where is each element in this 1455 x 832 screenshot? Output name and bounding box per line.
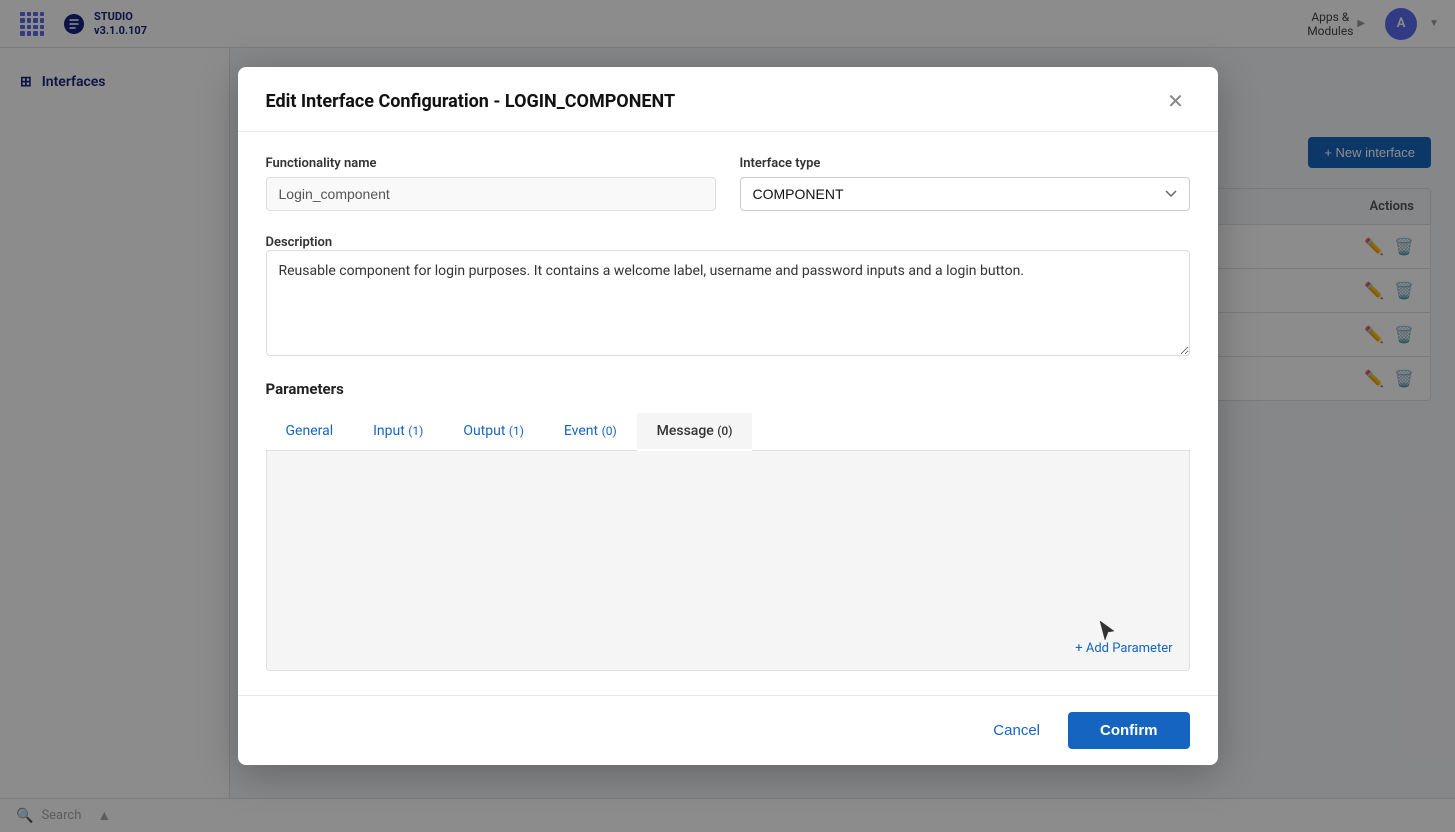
interface-type-group: Interface type COMPONENT PAGE MODAL FRAG…: [740, 156, 1190, 211]
tab-input[interactable]: Input (1): [353, 413, 443, 451]
close-button[interactable]: ✕: [1162, 87, 1190, 115]
modal-title: Edit Interface Configuration - LOGIN_COM…: [266, 91, 676, 112]
add-parameter-link[interactable]: + Add Parameter: [1075, 641, 1172, 656]
functionality-name-input[interactable]: [266, 177, 716, 211]
description-textarea[interactable]: Reusable component for login purposes. I…: [266, 250, 1190, 356]
cancel-button[interactable]: Cancel: [977, 714, 1056, 747]
modal-header: Edit Interface Configuration - LOGIN_COM…: [238, 67, 1218, 132]
modal-footer: Cancel Confirm: [238, 695, 1218, 765]
modal-overlay: Edit Interface Configuration - LOGIN_COM…: [0, 0, 1455, 832]
description-label: Description: [266, 235, 333, 250]
confirm-button[interactable]: Confirm: [1068, 712, 1190, 749]
description-group: Description Reusable component for login…: [266, 231, 1190, 360]
tab-event[interactable]: Event (0): [544, 413, 637, 451]
functionality-name-label: Functionality name: [266, 156, 716, 171]
parameters-title: Parameters: [266, 380, 1190, 398]
modal-body: Functionality name Interface type COMPON…: [238, 132, 1218, 695]
modal: Edit Interface Configuration - LOGIN_COM…: [238, 67, 1218, 765]
parameters-section: Parameters General Input (1) Output (1) …: [266, 380, 1190, 671]
tab-message[interactable]: Message (0): [637, 413, 753, 451]
parameters-tabs: General Input (1) Output (1) Event (0) M…: [266, 412, 1190, 451]
tab-output[interactable]: Output (1): [443, 413, 544, 451]
interface-type-label: Interface type: [740, 156, 1190, 171]
tab-general[interactable]: General: [266, 413, 354, 451]
functionality-name-group: Functionality name: [266, 156, 716, 211]
form-row-top: Functionality name Interface type COMPON…: [266, 156, 1190, 211]
tab-content-message: + Add Parameter: [266, 451, 1190, 671]
interface-type-select[interactable]: COMPONENT PAGE MODAL FRAGMENT: [740, 177, 1190, 211]
